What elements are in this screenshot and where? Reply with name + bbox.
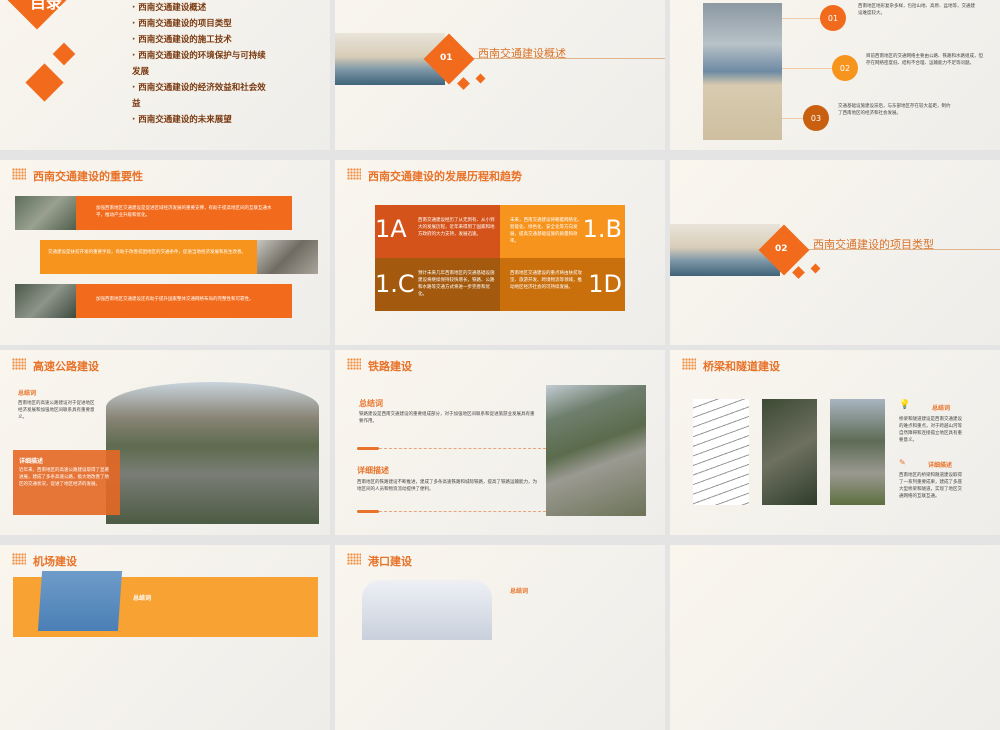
detail-label: 详细描述 [357,466,389,475]
port-photo [362,580,492,640]
power-lines-photo [693,399,749,505]
dots-icon [12,358,26,370]
deco-diamond [810,263,821,274]
toc-item[interactable]: · 西南交通建设的施工技术 [132,32,267,48]
point-badge: 02 [832,55,858,81]
summary-label: 总结词 [359,399,383,408]
slide-title: 港口建设 [368,555,412,568]
dots-icon [347,168,361,180]
interchange-photo [15,284,76,318]
connector-line [782,68,837,69]
slide-toc[interactable]: 目录 · 西南交通建设概述 · 西南交通建设的项目类型 · 西南交通建设的施工技… [0,0,330,150]
detail-text: 西南地区的桥梁和隧道建设取得了一系列重要成果，建成了多座大型桥梁和隧道，实现了地… [899,473,962,499]
divider [379,511,546,512]
detail-text: 西南地区的铁路建设不断推进，建成了多条高速铁路和城际铁路，提高了铁路运输能力，为… [357,480,537,492]
history-cell-1b: 未来，西南交通建设将朝着网络化、智能化、绿色化、安全化等方向发展，提高交通基础设… [500,205,625,258]
summary-label: 总结词 [18,390,37,397]
slide-railway[interactable]: 铁路建设 总结词 铁路建设是西南交通建设的重要组成部分，对于加强地区间联系和促进… [335,350,665,535]
slide-section-02[interactable]: 02 西南交通建设的项目类型 [670,160,1000,345]
divider [379,448,546,449]
section-title: 西南交通建设概述 [478,47,566,60]
deco-diamond [475,73,486,84]
summary-label: 总结词 [510,588,529,595]
slide-title: 桥梁和隧道建设 [703,360,780,373]
point-badge: 01 [820,5,846,31]
summary-text: 桥梁和隧道建设是西南交通建设的难点和重点，对于跨越山河等自然障碍和连接孤立地区具… [899,417,962,443]
airplane-photo [37,571,123,631]
deco-diamond [52,42,76,66]
summary-text: 铁路建设是西南交通建设的重要组成部分，对于加强地区间联系和促进旅游业发展具有重要… [359,412,535,424]
slide-title: 高速公路建设 [33,360,99,373]
importance-row: 加强西南地区交通建设还有助于提升国家整体交通网络布局的完整性和可靠性。 [76,284,292,318]
slide-blank[interactable] [670,545,1000,730]
toc-item[interactable]: · 西南交通建设概述 [132,0,267,16]
dots-icon [347,553,361,565]
divider-bar [357,510,379,513]
history-cell-1a: 1A 西南交通建设经历了从无到有、从小到大的发展历程，近年来得到了国家和地方政府… [375,205,500,258]
slide-title: 机场建设 [33,555,77,568]
point-badge: 03 [803,105,829,131]
slide-title: 西南交通建设的发展历程和趋势 [368,170,522,183]
toc-item[interactable]: · 西南交通建设的经济效益和社会效益 [132,80,267,112]
detail-label: 详细描述 [928,462,953,469]
detail-box: 详细描述 近年来，西南地区的高速公路建设取得了显著进展，建成了多条高速公路，极大… [13,450,120,515]
connector-line [782,18,822,19]
station-photo [703,3,782,140]
toc-title: 目录 [30,0,63,12]
slide-bridge[interactable]: 桥梁和隧道建设 💡 总结词 桥梁和隧道建设是西南交通建设的难点和重点，对于跨越山… [670,350,1000,535]
deco-diamond [457,77,470,90]
lightbulb-icon: 💡 [899,400,911,410]
point-text: 交通基础设施建设滞后，与东部地区存在较大差距，制约了西南地区的经济和社会发展。 [838,104,951,116]
slide-importance[interactable]: 西南交通建设的重要性 加强西南地区交通建设是促进区域经济发展的重要支撑，有助于提… [0,160,330,345]
section-title: 西南交通建设的项目类型 [813,238,934,251]
slide-title: 铁路建设 [368,360,412,373]
history-cell-1d: 西南地区交通建设的重点将由扶贫攻坚、旅游开发、跨境物流等领域，推动地区经济社会的… [500,258,625,311]
toc-item[interactable]: · 西南交通建设的未来展望 [132,112,267,128]
deco-diamond [792,266,805,279]
highway-photo [257,240,318,274]
rail-curve-photo [762,399,817,505]
dots-icon [12,168,26,180]
slide-overview[interactable]: 01 西南地区地形复杂多样，包括山地、高原、盆地等，交通建设难度较大。 02 目… [670,0,1000,150]
history-cell-1c: 1.C 预计未来几年西南地区的交通基础设施建设将继续保持较快增长，铁路、公路和水… [375,258,500,311]
importance-row: 加强西南地区交通建设是促进区域经济发展的重要支撑，有助于提高地区间的互联互通水平… [76,196,292,230]
summary-label: 总结词 [133,595,152,602]
point-text: 目前西南地区的交通网络主要由公路、铁路和水路组成，但存在网络密度低、结构不合理、… [866,54,983,66]
slide-highway[interactable]: 高速公路建设 总结词 西南地区的高速公路建设对于促进地区经济发展和加强地区间联系… [0,350,330,535]
interchange-photo [15,196,76,230]
slide-section-01[interactable]: 01 西南交通建设概述 [335,0,665,150]
importance-row: 交通建设是扶贫开发的重要手段，有助于改善贫困地区的交通条件，促进当地经济发展和民… [40,240,257,274]
summary-text: 西南地区的高速公路建设对于促进地区经济发展和加强地区间联系具有重要意义。 [18,401,95,420]
slide-history[interactable]: 西南交通建设的发展历程和趋势 1A 西南交通建设经历了从无到有、从小到大的发展历… [335,160,665,345]
highway-photo [106,382,319,524]
dots-icon [12,553,26,565]
dots-icon [682,358,696,370]
divider-bar [357,447,379,450]
slide-title: 西南交通建设的重要性 [33,170,143,183]
viaduct-photo [830,399,885,505]
pencil-icon: ✎ [899,458,906,467]
toc-item[interactable]: · 西南交通建设的环境保护与可持续发展 [132,48,267,80]
deco-diamond [25,63,64,102]
section-number: 01 [440,53,453,63]
toc-list: · 西南交通建设概述 · 西南交通建设的项目类型 · 西南交通建设的施工技术 ·… [132,0,267,128]
dots-icon [347,358,361,370]
slide-port[interactable]: 港口建设 总结词 [335,545,665,730]
section-number: 02 [775,244,788,254]
summary-label: 总结词 [932,405,951,412]
slide-airport[interactable]: 机场建设 总结词 [0,545,330,730]
point-text: 西南地区地形复杂多样，包括山地、高原、盆地等，交通建设难度较大。 [858,4,975,16]
toc-item[interactable]: · 西南交通建设的项目类型 [132,16,267,32]
railway-photo [546,385,646,516]
